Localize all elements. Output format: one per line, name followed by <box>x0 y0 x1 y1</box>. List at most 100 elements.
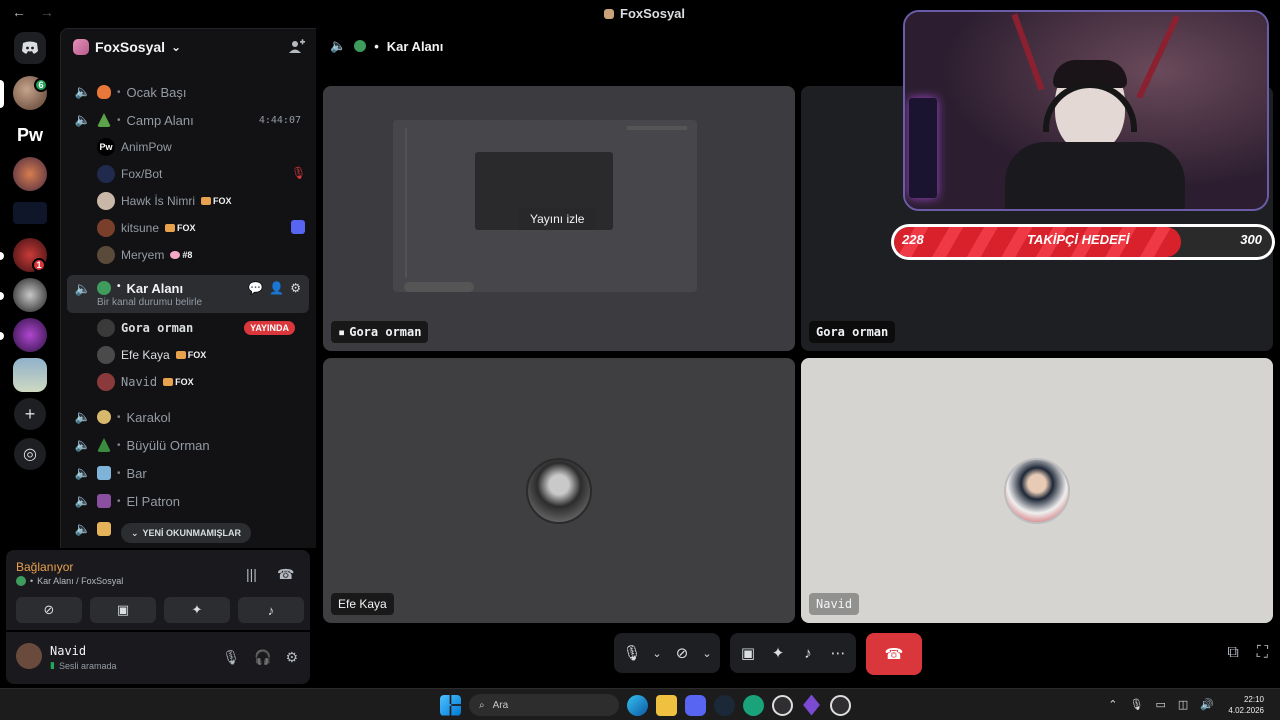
voice-user[interactable]: Gora orman YAYINDA <box>97 317 303 339</box>
channel-timer: 4:44:07 <box>258 114 301 126</box>
disconnect-icon[interactable]: ☎ <box>277 566 294 583</box>
separator-dot: • <box>30 576 34 586</box>
obs-recording-icon[interactable] <box>830 694 851 716</box>
discord-taskbar-icon[interactable] <box>685 694 706 716</box>
channel-emoji-icon <box>97 438 111 452</box>
headphones-icon[interactable]: 🎧 <box>254 649 271 666</box>
display-icon[interactable]: ▭ <box>1155 698 1165 711</box>
voice-channel-buyulu-orman[interactable]: 🔈 • Büyülü Orman <box>67 432 309 458</box>
goal-track: 228 TAKİPÇİ HEDEFİ 300 <box>894 227 1272 257</box>
voice-channel-karakol[interactable]: 🔈 • Karakol <box>67 404 309 430</box>
nav-arrows: ← → <box>12 4 64 20</box>
chevron-down-icon[interactable]: ⌄ <box>702 647 712 660</box>
screen-share-button[interactable]: ▣ <box>90 597 156 623</box>
voice-user[interactable]: Navid FOX <box>97 371 194 393</box>
chevron-up-icon[interactable]: ⌃ <box>1108 698 1117 711</box>
channel-emoji-icon <box>97 85 111 99</box>
edge-icon[interactable] <box>627 694 648 716</box>
my-username[interactable]: Navid <box>50 644 86 658</box>
back-arrow-icon[interactable]: ← <box>12 4 26 20</box>
channel-emoji-icon <box>97 410 111 424</box>
chat-bubble-icon[interactable]: 💬 <box>248 281 263 295</box>
separator-dot: • <box>117 411 121 423</box>
voice-channel-kar-alani[interactable]: 🔈 • Kar Alanı Bir kanal durumu belirle 💬… <box>67 275 309 313</box>
camera-off-icon[interactable]: ⊘ <box>672 644 692 662</box>
screen-share-icon[interactable]: ▣ <box>738 644 758 662</box>
server-anime-avatar[interactable] <box>13 157 47 191</box>
chevron-down-icon: ⌄ <box>131 527 139 538</box>
windows-start-icon[interactable] <box>440 694 461 716</box>
voice-user[interactable]: Fox/Bot 🎙 <box>97 163 306 185</box>
volume-icon[interactable]: 🔊 <box>1200 698 1214 711</box>
file-explorer-icon[interactable] <box>656 694 677 716</box>
gear-icon[interactable]: ⚙ <box>290 281 301 295</box>
voice-channel-camp-alani[interactable]: 🔈 • Camp Alanı 4:44:07 <box>67 107 309 133</box>
server-landscape[interactable] <box>13 358 47 392</box>
user-name: Meryem <box>121 248 165 262</box>
server-animpow[interactable]: Pw <box>13 118 47 152</box>
add-member-icon[interactable] <box>289 39 305 55</box>
app-green-icon[interactable] <box>743 694 764 716</box>
separator-dot: • <box>117 114 121 126</box>
server-skull[interactable] <box>13 278 47 312</box>
stream-tile[interactable]: Yayını izle ▪ Gora orman <box>323 86 795 351</box>
voice-user[interactable]: Meryem #8 <box>97 244 192 266</box>
unread-server-pill-3 <box>0 332 4 340</box>
explore-servers-icon[interactable]: ◎ <box>14 438 46 470</box>
user-tile[interactable]: Navid <box>801 358 1273 623</box>
voice-channel-ocak-basi[interactable]: 🔈 • Ocak Başı <box>67 79 309 105</box>
camera-off-button[interactable]: ⊘ <box>16 597 82 623</box>
disconnect-button[interactable]: ☎ <box>866 633 922 675</box>
invite-icon[interactable]: 👤 <box>269 281 284 295</box>
user-name: Efe Kaya <box>121 348 170 362</box>
voice-channel-bar[interactable]: 🔈 • Bar <box>67 460 309 486</box>
noise-suppression-icon[interactable]: ||| <box>246 566 257 582</box>
discord-home-icon[interactable] <box>14 32 46 64</box>
user-tile[interactable]: Efe Kaya <box>323 358 795 623</box>
voice-location[interactable]: • Kar Alanı / FoxSosyal <box>16 576 123 586</box>
app-purple-icon[interactable] <box>803 694 820 716</box>
voice-action-buttons: ⊘ ▣ ✦ ♪ <box>16 597 304 623</box>
voice-channel-el-patron[interactable]: 🔈 • El Patron <box>67 488 309 514</box>
network-icon[interactable]: ◫ <box>1178 698 1188 711</box>
microphone-tray-icon[interactable]: 🎙 <box>1130 698 1144 711</box>
obs-icon[interactable] <box>772 694 793 716</box>
voice-user[interactable]: Pw AnimPow <box>97 136 172 158</box>
tile-label-text: Gora orman <box>816 325 889 339</box>
voice-user[interactable]: kitsune FOX <box>97 217 305 239</box>
fullscreen-icon[interactable]: ⛶ <box>1257 644 1268 662</box>
channel-name: Ocak Başı <box>126 84 187 100</box>
taskbar-clock[interactable]: 22:10 4.02.2026 <box>1228 694 1264 716</box>
speaker-active-icon: 🔈 <box>74 112 92 127</box>
microphone-icon[interactable]: 🎙 <box>622 644 642 662</box>
channel-status[interactable]: Bir kanal durumu belirle <box>97 297 202 308</box>
forward-arrow-icon[interactable]: → <box>40 4 54 20</box>
chevron-down-icon[interactable]: ⌄ <box>652 647 662 660</box>
avatar <box>97 373 115 391</box>
voice-user[interactable]: Hawk İs Nimri FOX <box>97 190 232 212</box>
system-tray: ⌃ 🎙 ▭ ◫ 🔊 <box>1108 698 1214 711</box>
server-banner[interactable] <box>13 202 47 224</box>
share-activity-group: ▣ ✦ ♪ ⋯ <box>730 633 856 673</box>
avatar <box>97 165 115 183</box>
activities-button[interactable]: ✦ <box>164 597 230 623</box>
voice-user[interactable]: Efe Kaya FOX <box>97 344 206 366</box>
gear-icon[interactable]: ⚙ <box>285 649 298 666</box>
channel-name: El Patron <box>126 493 180 509</box>
guild-header[interactable]: FoxSosyal ⌄ <box>61 29 317 65</box>
add-server-icon[interactable]: + <box>14 398 46 430</box>
avatar[interactable] <box>16 643 42 669</box>
more-options-icon[interactable]: ⋯ <box>828 644 848 662</box>
server-purple[interactable] <box>13 318 47 352</box>
hang-up-icon: ☎ <box>884 646 904 663</box>
new-unreads-pill[interactable]: ⌄ YENİ OKUNMAMIŞLAR <box>121 523 252 543</box>
taskbar-search[interactable]: ⌕ Ara <box>469 694 619 716</box>
soundboard-button[interactable]: ♪ <box>238 597 304 623</box>
steam-icon[interactable] <box>714 694 735 716</box>
microphone-icon[interactable]: 🎙 <box>222 649 240 666</box>
pop-out-icon[interactable]: ⧉ <box>1227 644 1238 662</box>
soundboard-icon[interactable]: ♪ <box>798 645 818 662</box>
activities-icon[interactable]: ✦ <box>768 644 788 662</box>
speaker-icon: 🔈 <box>74 84 92 99</box>
watch-stream-button[interactable]: Yayını izle <box>518 208 597 230</box>
